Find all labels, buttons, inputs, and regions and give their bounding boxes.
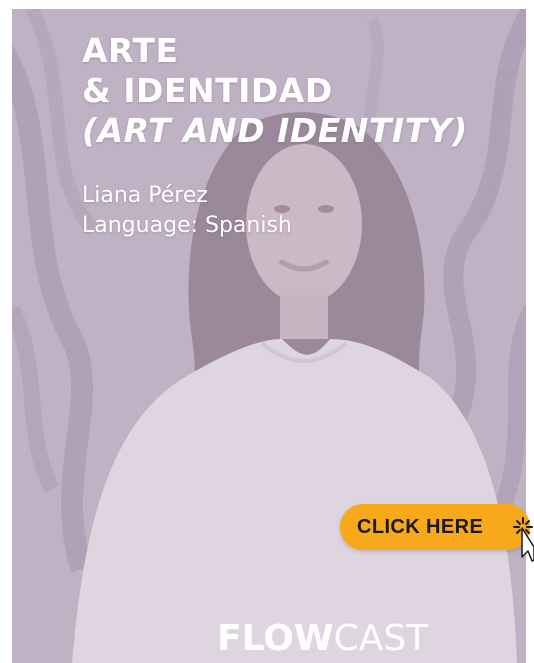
logo-part-cast: CAST [333, 618, 429, 659]
page: ARTE & IDENTIDAD (ART AND IDENTITY) Lian… [0, 0, 534, 663]
click-here-label: CLICK HERE [357, 515, 484, 538]
language-label: Language: Spanish [82, 213, 292, 238]
pointer-cursor-icon [521, 527, 534, 562]
click-here-button[interactable]: CLICK HERE [340, 504, 530, 550]
flowcast-logo: FLOWCAST [217, 617, 428, 661]
promo-meta: Liana Pérez Language: Spanish [82, 181, 292, 241]
logo-part-flow: FLOW [217, 618, 334, 659]
title-line-2: & IDENTIDAD [82, 71, 333, 110]
promo-card[interactable]: ARTE & IDENTIDAD (ART AND IDENTITY) Lian… [12, 9, 526, 663]
speaker-name: Liana Pérez [82, 183, 208, 208]
title-line-1: ARTE [82, 31, 179, 70]
promo-title: ARTE & IDENTIDAD (ART AND IDENTITY) [82, 31, 512, 151]
title-translation: (ART AND IDENTITY) [82, 111, 468, 150]
